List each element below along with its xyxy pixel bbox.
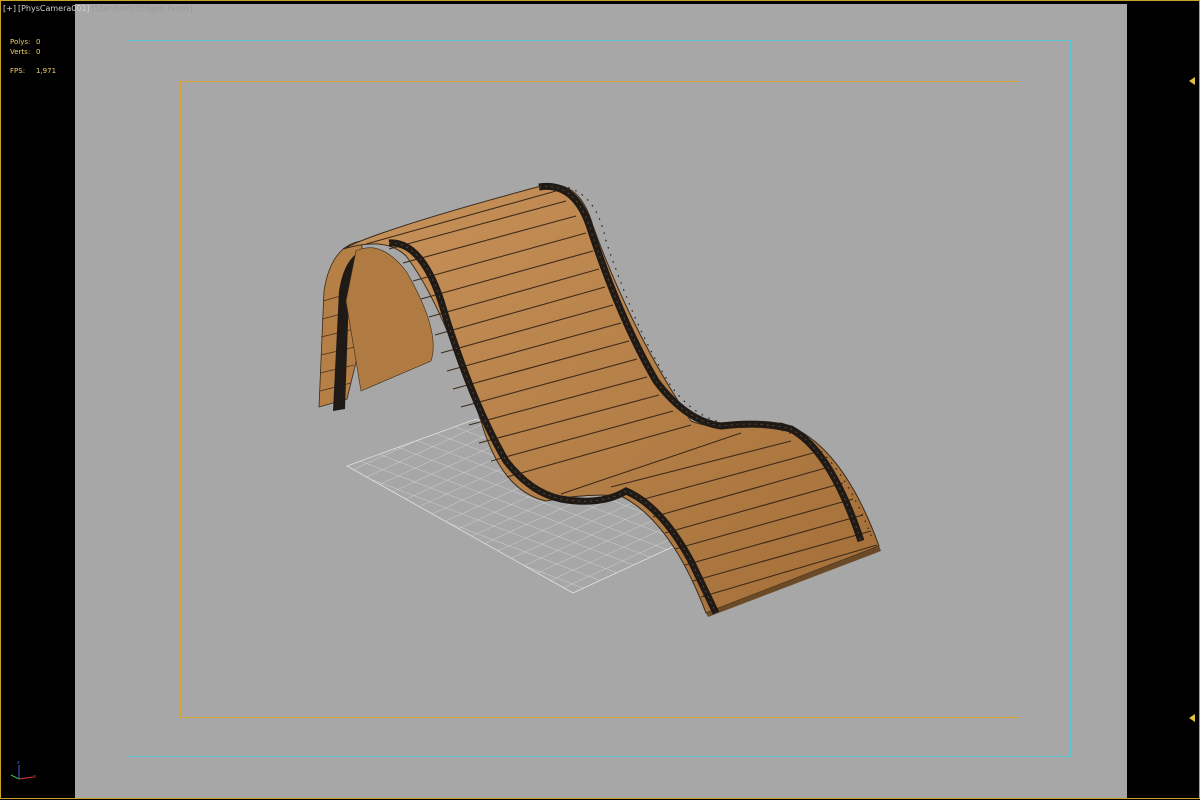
polys-stat: Polys: 0 (10, 37, 56, 47)
viewport-menu-plus[interactable]: [+] (3, 4, 16, 13)
verts-label: Verts: (10, 48, 31, 56)
fps-label: FPS: (10, 67, 26, 75)
perspective-viewport[interactable]: [+] [PhysCamera001] [Standard] [Edged Fa… (0, 0, 1200, 799)
verts-stat: Verts: 0 (10, 47, 56, 57)
viewport-statistics: Polys: 0 Verts: 0 FPS: 1,971 (10, 37, 56, 76)
viewport-display-menu[interactable]: [Edged Faces] (136, 4, 192, 13)
triangle-left-icon[interactable] (1189, 77, 1195, 85)
triangle-left-icon[interactable] (1189, 714, 1195, 722)
fps-stat: FPS: 1,971 (10, 66, 56, 76)
axis-tripod-icon: x z (10, 760, 36, 780)
viewport-shading-menu[interactable]: [Standard] (92, 4, 135, 13)
verts-value: 0 (36, 48, 41, 56)
viewport-camera-menu[interactable]: [PhysCamera001] (18, 4, 90, 13)
fps-value: 1,971 (36, 67, 57, 75)
polys-value: 0 (36, 38, 41, 46)
scene-canvas[interactable]: x z (1, 1, 1200, 800)
polys-label: Polys: (10, 38, 31, 46)
viewport-label: [+] [PhysCamera001] [Standard] [Edged Fa… (3, 4, 193, 13)
svg-text:z: z (17, 760, 20, 766)
svg-text:x: x (33, 774, 36, 780)
